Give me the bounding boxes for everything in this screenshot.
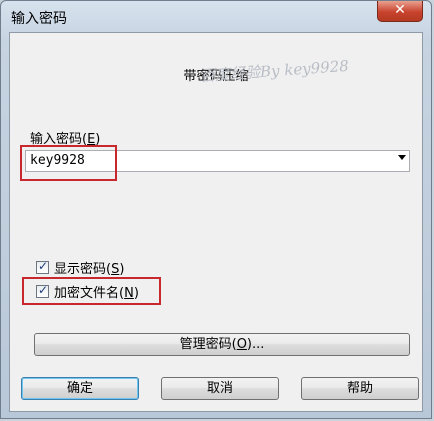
manage-label-accelerator: O — [236, 337, 247, 352]
show-password-prefix: 显示密码( — [54, 261, 112, 277]
show-password-option[interactable]: ✓ 显示密码(S) — [36, 258, 124, 277]
cancel-button[interactable]: 取消 — [161, 377, 279, 400]
show-password-suffix: ) — [119, 261, 125, 277]
checkmark-icon: ✓ — [38, 258, 49, 273]
highlight-box-encrypt — [22, 277, 161, 305]
manage-label-suffix: )... — [246, 337, 265, 352]
password-dialog: 输入密码 ✕ 带密码压缩 百度经验By key9928 输入密码(E) key9… — [0, 0, 432, 419]
window-title: 输入密码 — [11, 11, 67, 27]
manage-passwords-button[interactable]: 管理密码(O)... — [34, 333, 410, 356]
highlight-box-password — [20, 145, 117, 181]
close-button[interactable]: ✕ — [377, 1, 423, 22]
dialog-body: 带密码压缩 百度经验By key9928 输入密码(E) key9928 ✓ 显… — [9, 32, 423, 412]
show-password-label: 显示密码(S) — [54, 258, 124, 277]
help-button[interactable]: 帮助 — [301, 377, 419, 400]
title-bar[interactable]: 输入密码 ✕ — [1, 1, 431, 33]
manage-label-prefix: 管理密码( — [179, 337, 237, 352]
close-icon: ✕ — [394, 2, 406, 18]
ok-button[interactable]: 确定 — [21, 377, 139, 400]
show-password-checkbox[interactable]: ✓ — [36, 258, 49, 274]
dropdown-arrow-icon[interactable] — [398, 155, 406, 160]
